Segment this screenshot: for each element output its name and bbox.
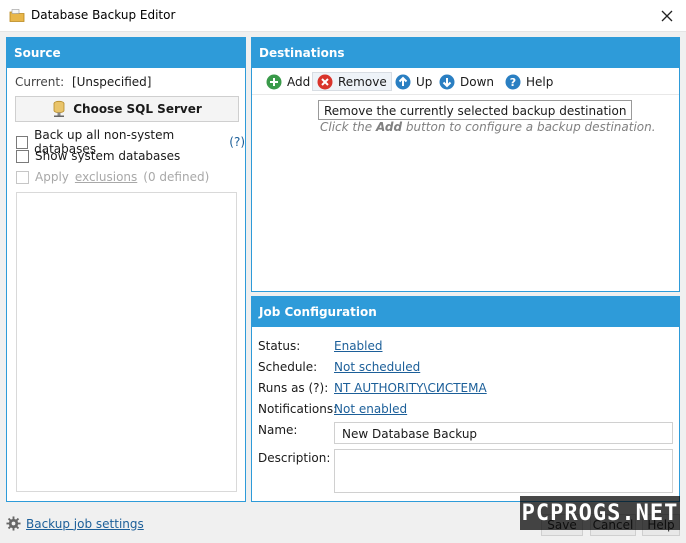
source-header: Source [7,38,245,68]
add-icon [266,74,282,89]
schedule-link[interactable]: Not scheduled [334,360,420,374]
status-link[interactable]: Enabled [334,339,383,353]
current-server: Current: [Unspecified] [15,75,151,89]
source-panel: Source Current: [Unspecified] Choose SQL… [6,37,246,502]
choose-sql-server-button[interactable]: Choose SQL Server [15,96,239,122]
remove-button[interactable]: Remove [312,72,392,91]
down-label: Down [460,74,495,89]
current-label: Current: [15,75,65,89]
arrow-up-icon [395,74,411,89]
folder-icon [9,9,25,22]
destinations-toolbar: Add Remove Up Down ? Help [252,68,679,95]
description-label: Description: [258,451,331,465]
backup-job-settings-label: Backup job settings [26,516,144,531]
current-value: [Unspecified] [71,75,152,89]
checkbox-box [16,135,29,149]
runs-as-label: Runs as (?): [258,381,329,395]
add-button[interactable]: Add [262,72,314,91]
apply-label: Apply [35,170,69,184]
add-label: Add [287,74,311,89]
runs-as-link[interactable]: NT AUTHORITY\СИСТЕМА [334,381,487,395]
hint-bold: Add [375,120,403,134]
choose-sql-server-label: Choose SQL Server [73,102,202,116]
notifications-link[interactable]: Not enabled [334,402,407,416]
remove-tooltip: Remove the currently selected backup des… [318,100,633,120]
name-label: Name: [258,423,298,437]
window-title: Database Backup Editor [31,8,176,22]
destinations-panel: Destinations Add Remove Up Down ? Help R… [251,37,680,292]
name-input[interactable]: New Database Backup [334,422,673,444]
arrow-down-icon [439,74,455,89]
apply-exclusions-checkbox: Apply exclusions (0 defined) [16,170,209,184]
help-icon: ? [505,74,521,89]
show-system-checkbox[interactable]: Show system databases [16,149,180,163]
up-label: Up [416,74,433,89]
title-bar: Database Backup Editor [0,0,686,32]
remove-icon [317,74,333,89]
svg-text:?: ? [510,76,516,89]
exclusions-link: exclusions [74,170,138,184]
checkbox-box [16,170,29,184]
destinations-header: Destinations [252,38,679,68]
close-button[interactable] [656,5,678,27]
remove-label: Remove [338,74,387,89]
schedule-label: Schedule: [258,360,318,374]
hint-pre: Click the [320,120,373,134]
show-system-label: Show system databases [35,149,181,163]
gear-icon [6,516,21,531]
description-input[interactable] [334,449,673,493]
database-server-icon [53,100,65,117]
help-button[interactable]: ? Help [501,72,557,91]
close-icon [661,10,673,22]
backup-job-settings-link[interactable]: Backup job settings [6,516,144,531]
notifications-label: Notifications: [258,402,338,416]
up-button[interactable]: Up [391,72,436,91]
hint-post: button to configure a backup destination… [405,120,656,134]
status-label: Status: [258,339,301,353]
checkbox-box [16,149,29,163]
destinations-hint: Click the Add button to configure a back… [320,120,656,134]
job-configuration-header: Job Configuration [252,297,679,327]
down-button[interactable]: Down [435,72,498,91]
database-list[interactable] [16,192,237,492]
watermark: PCPROGS.NET [520,496,680,530]
help-label: Help [526,74,554,89]
exclusions-count: (0 defined) [143,170,210,184]
job-configuration-panel: Job Configuration Status: Enabled Schedu… [251,296,680,502]
backup-all-help[interactable]: (?) [229,135,245,149]
